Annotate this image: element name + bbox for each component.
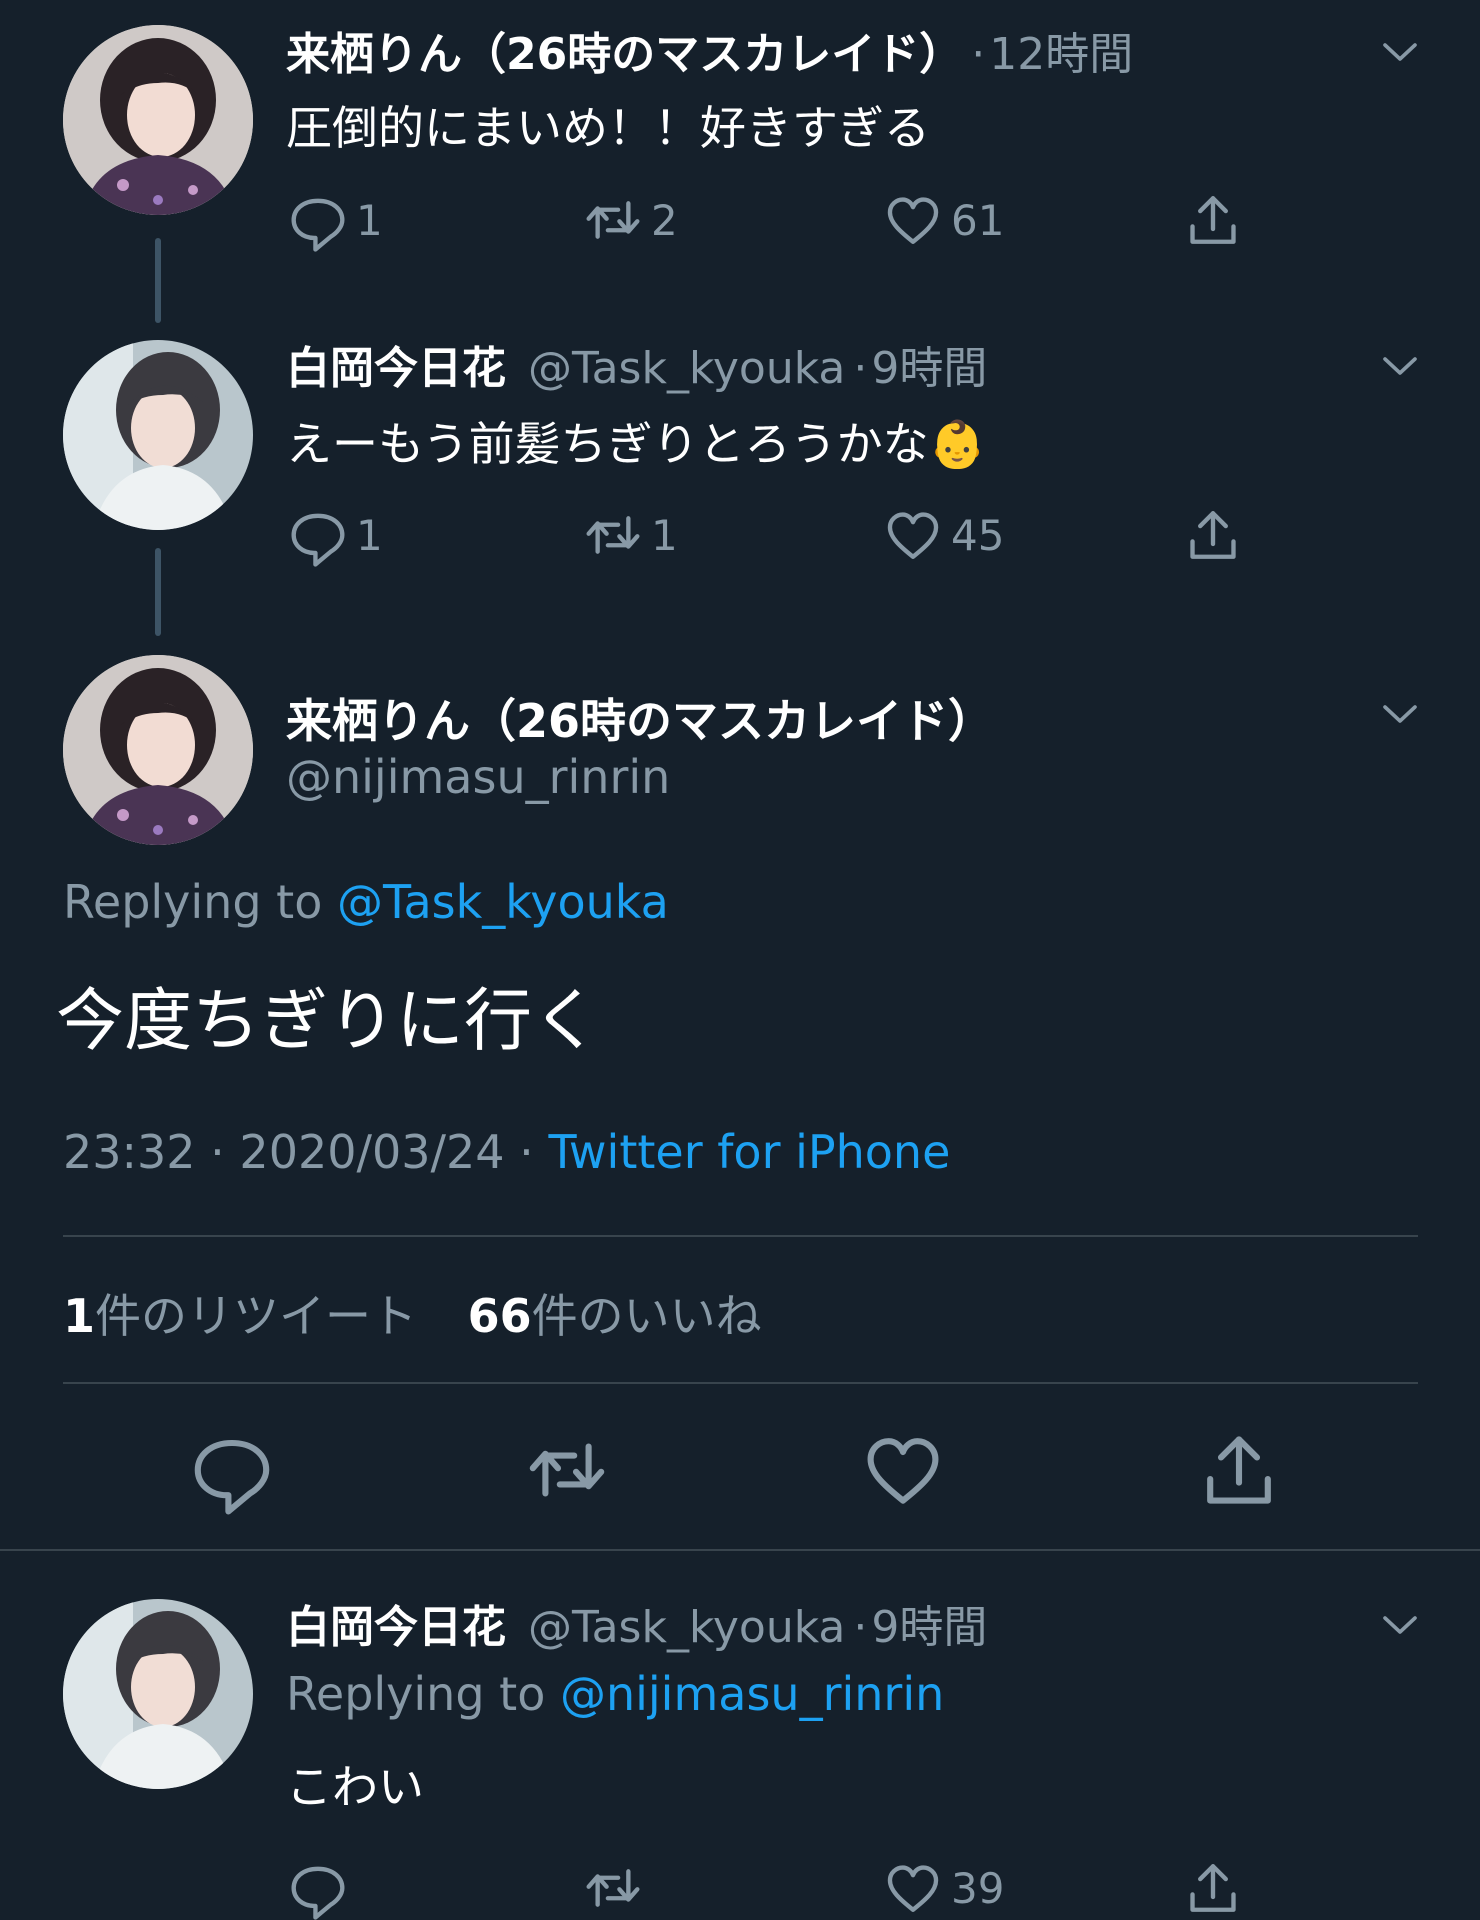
like-count: 61 [951, 195, 1005, 245]
reply-icon [286, 1856, 350, 1920]
divider [63, 1235, 1418, 1237]
reply-button[interactable]: 1 [286, 185, 383, 255]
retweet-count: 2 [651, 195, 678, 245]
tweet-1[interactable]: 来栖りん（26時のマスカレイド） · 12時間 圧倒的にまいめ！！好きすぎる 1… [0, 0, 1480, 330]
like-count: 45 [951, 510, 1005, 560]
like-button[interactable]: 45 [881, 500, 1004, 570]
reply-button[interactable]: 1 [286, 500, 383, 570]
reply-tweet[interactable]: 白岡今日花 @Task_kyouka · 9時間 Replying to @ni… [0, 1551, 1480, 1920]
user-handle[interactable]: @Task_kyouka [528, 343, 845, 394]
like-count: 39 [951, 1863, 1005, 1913]
retweet-count: 1 [651, 510, 678, 560]
engagement-stats: 1件のリツイート 66件のいいね [63, 1280, 762, 1346]
reply-button[interactable] [286, 1853, 356, 1920]
separator-dot: · [971, 29, 986, 80]
replying-to-link[interactable]: @nijimasu_rinrin [560, 1667, 944, 1721]
tweet-text: 今度ちぎりに行く [56, 982, 601, 1061]
tweet-time[interactable]: 12時間 [989, 18, 1133, 82]
avatar[interactable] [63, 25, 253, 215]
like-stat[interactable]: 66件のいいね [468, 1289, 762, 1343]
separator-dot: · [853, 1602, 868, 1653]
tweet-text: 圧倒的にまいめ！！好きすぎる [286, 101, 930, 155]
share-button[interactable] [1181, 500, 1245, 570]
share-icon [1181, 188, 1245, 252]
separator-dot: · [853, 343, 868, 394]
heart-icon [881, 188, 945, 252]
share-button[interactable] [1181, 1853, 1245, 1920]
retweet-icon [581, 1856, 645, 1920]
tweet-actions [0, 1425, 1480, 1515]
tweet-header: 来栖りん（26時のマスカレイド） · 12時間 [286, 18, 1133, 82]
avatar[interactable] [63, 1599, 253, 1789]
display-name[interactable]: 白岡今日花 [286, 1591, 506, 1655]
tweet-meta: 23:32 · 2020/03/24 · Twitter for iPhone [63, 1125, 950, 1179]
retweet-icon [581, 188, 645, 252]
avatar[interactable] [63, 655, 253, 845]
tweet-text-body: えーもう前髪ちぎりとろうかな [286, 417, 929, 471]
retweet-icon [522, 1425, 612, 1515]
source-link[interactable]: Twitter for iPhone [548, 1125, 950, 1179]
display-name[interactable]: 来栖りん（26時のマスカレイド） [286, 18, 963, 82]
heart-icon [858, 1425, 948, 1515]
replying-prefix: Replying to [286, 1667, 546, 1721]
heart-icon [881, 1856, 945, 1920]
retweet-button[interactable] [581, 1853, 651, 1920]
tweet-time[interactable]: 9時間 [871, 332, 987, 396]
divider [63, 1382, 1418, 1384]
reply-count: 1 [356, 510, 383, 560]
retweet-button[interactable]: 2 [581, 185, 678, 255]
tweet-2[interactable]: 白岡今日花 @Task_kyouka · 9時間 えーもう前髪ちぎりとろうかな👶… [0, 330, 1480, 640]
retweet-stat[interactable]: 1件のリツイート [63, 1289, 417, 1343]
reply-button[interactable] [187, 1425, 277, 1515]
share-button[interactable] [1181, 185, 1245, 255]
chevron-down-icon[interactable] [1375, 690, 1425, 740]
avatar[interactable] [63, 340, 253, 530]
thread-line [155, 238, 161, 323]
tweet-actions: 39 [286, 1853, 1266, 1920]
tweet-header: 白岡今日花 @Task_kyouka · 9時間 [286, 1591, 987, 1655]
chevron-down-icon[interactable] [1375, 342, 1425, 392]
display-name[interactable]: 来栖りん（26時のマスカレイド） [286, 685, 994, 751]
tweet-text: えーもう前髪ちぎりとろうかな👶 [286, 408, 986, 474]
focused-tweet: 来栖りん（26時のマスカレイド） @nijimasu_rinrin Replyi… [0, 640, 1480, 1551]
replying-to-link[interactable]: @Task_kyouka [337, 875, 669, 929]
reply-icon [286, 503, 350, 567]
reply-icon [187, 1425, 277, 1515]
retweet-icon [581, 503, 645, 567]
thread-line [155, 548, 161, 636]
chevron-down-icon[interactable] [1375, 1601, 1425, 1651]
share-icon [1181, 503, 1245, 567]
like-button[interactable]: 39 [881, 1853, 1004, 1920]
tweet-text: こわい [286, 1760, 424, 1814]
tweet-actions: 1 1 45 [286, 500, 1266, 570]
user-handle[interactable]: @nijimasu_rinrin [286, 750, 670, 804]
tweet-header: 白岡今日花 @Task_kyouka · 9時間 [286, 332, 987, 396]
reply-count: 1 [356, 195, 383, 245]
user-handle[interactable]: @Task_kyouka [528, 1602, 845, 1653]
retweet-button[interactable] [522, 1425, 612, 1515]
retweet-button[interactable]: 1 [581, 500, 678, 570]
tweet-actions: 1 2 61 [286, 185, 1266, 255]
tweet-time[interactable]: 9時間 [871, 1591, 987, 1655]
heart-icon [881, 503, 945, 567]
replying-to: Replying to @Task_kyouka [63, 875, 669, 929]
baby-emoji: 👶 [928, 417, 986, 471]
share-button[interactable] [1194, 1425, 1284, 1515]
replying-to: Replying to @nijimasu_rinrin [286, 1667, 944, 1721]
like-button[interactable] [858, 1425, 948, 1515]
timestamp: 23:32 · 2020/03/24 · [63, 1125, 534, 1179]
chevron-down-icon[interactable] [1375, 28, 1425, 78]
reply-icon [286, 188, 350, 252]
share-icon [1181, 1856, 1245, 1920]
display-name[interactable]: 白岡今日花 [286, 332, 506, 396]
like-button[interactable]: 61 [881, 185, 1004, 255]
replying-prefix: Replying to [63, 875, 323, 929]
share-icon [1194, 1425, 1284, 1515]
